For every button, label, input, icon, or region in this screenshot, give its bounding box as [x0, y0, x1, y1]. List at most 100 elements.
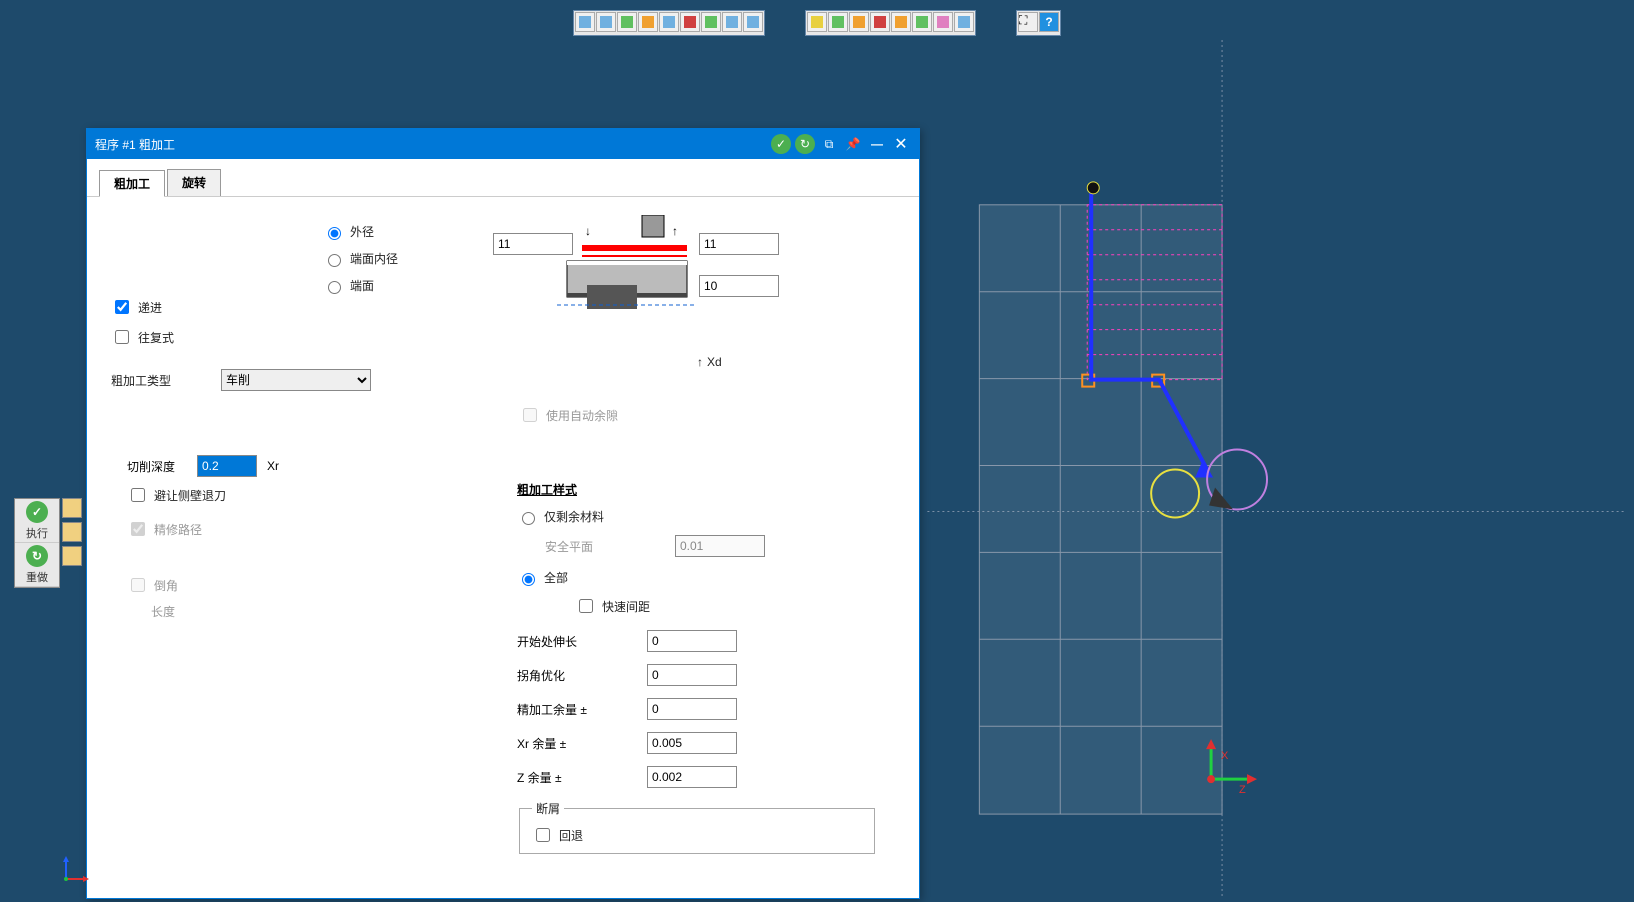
rough-type-select[interactable]: 车削 — [221, 369, 371, 391]
progressive-checkbox[interactable]: 递进 — [111, 297, 451, 317]
tab-roughing[interactable]: 粗加工 — [99, 170, 165, 197]
all-radio-label: 全部 — [544, 569, 568, 586]
tb-icon[interactable] — [617, 12, 637, 32]
tb-icon[interactable] — [870, 12, 890, 32]
xd-label: Xd — [697, 355, 722, 369]
corner-opt-label: 拐角优化 — [517, 667, 637, 684]
tb-icon[interactable] — [701, 12, 721, 32]
retract-input[interactable] — [536, 828, 550, 842]
roughing-dialog: 程序 #1 粗加工 ✓ ↻ ⧉ 📌 — ✕ 粗加工 旋转 递进 往复式 粗加工类… — [86, 128, 920, 899]
all-radio-input[interactable] — [522, 573, 535, 586]
tb-icon[interactable] — [596, 12, 616, 32]
all-radio[interactable]: 全部 — [517, 569, 877, 586]
tb-icon[interactable] — [722, 12, 742, 32]
xr-allow-label: Xr 余量 ± — [517, 735, 637, 752]
reciprocating-checkbox[interactable]: 往复式 — [111, 327, 451, 347]
remain-radio-input[interactable] — [522, 512, 535, 525]
expand-icon[interactable]: ⛶ — [1018, 12, 1038, 32]
tb-icon[interactable] — [954, 12, 974, 32]
side-toolbar: ✓ 执行 ↻ 重做 — [14, 498, 60, 588]
progressive-input[interactable] — [115, 300, 129, 314]
finish-path-checkbox: 精修路径 — [127, 519, 451, 539]
tb-icon[interactable] — [912, 12, 932, 32]
finish-path-label: 精修路径 — [154, 521, 202, 538]
dialog-titlebar[interactable]: 程序 #1 粗加工 ✓ ↻ ⧉ 📌 — ✕ — [87, 129, 919, 159]
face-inner-radio-input[interactable] — [328, 254, 341, 267]
chamfer-input — [131, 578, 145, 592]
safe-plane-input — [675, 535, 765, 557]
face-radio-input[interactable] — [328, 281, 341, 294]
length-label: 长度 — [151, 603, 451, 620]
tb-icon[interactable] — [828, 12, 848, 32]
redo-button[interactable]: ↻ 重做 — [15, 543, 59, 587]
corner-opt-input[interactable] — [647, 664, 737, 686]
mini-btn[interactable] — [62, 522, 82, 542]
toolbar-group-3: ⛶ ? — [1016, 10, 1061, 36]
cut-depth-input[interactable] — [197, 455, 257, 477]
run-label: 执行 — [15, 525, 59, 541]
tb-icon[interactable] — [680, 12, 700, 32]
accept-icon[interactable]: ✓ — [771, 134, 791, 154]
tb-icon[interactable] — [891, 12, 911, 32]
reload-icon[interactable]: ↻ — [795, 134, 815, 154]
avoid-wall-checkbox[interactable]: 避让侧壁退刀 — [127, 485, 451, 505]
reciprocating-input[interactable] — [115, 330, 129, 344]
minimize-icon[interactable]: — — [867, 134, 887, 154]
run-button[interactable]: ✓ 执行 — [15, 499, 59, 543]
svg-text:↑: ↑ — [672, 224, 678, 238]
tb-icon[interactable] — [638, 12, 658, 32]
dialog-title: 程序 #1 粗加工 — [95, 136, 767, 153]
start-ext-label: 开始处伸长 — [517, 633, 637, 650]
xr-allow-input[interactable] — [647, 732, 737, 754]
mini-btn[interactable] — [62, 546, 82, 566]
fast-gap-checkbox[interactable]: 快速间距 — [575, 596, 877, 616]
tb-icon[interactable] — [933, 12, 953, 32]
tb-icon[interactable] — [743, 12, 763, 32]
safe-plane-label: 安全平面 — [545, 538, 665, 555]
svg-text:Z: Z — [1239, 784, 1246, 796]
viewport-3d[interactable]: X Z — [920, 40, 1634, 899]
top-toolbar: ⛶ ? — [0, 10, 1634, 36]
close-icon[interactable]: ✕ — [891, 134, 911, 154]
pin-icon[interactable]: 📌 — [843, 134, 863, 154]
retract-checkbox[interactable]: 回退 — [532, 825, 862, 845]
mini-btn[interactable] — [62, 498, 82, 518]
tab-rotate[interactable]: 旋转 — [167, 169, 221, 196]
schematic-diagram: ↓ ↑ — [527, 215, 777, 325]
finish-allow-input[interactable] — [647, 698, 737, 720]
remain-radio[interactable]: 仅剩余材料 — [517, 508, 877, 525]
cut-depth-row: 切削深度 Xr — [127, 455, 451, 477]
start-ext-input[interactable] — [647, 630, 737, 652]
face-radio[interactable]: 端面 — [323, 277, 398, 294]
tb-icon[interactable] — [659, 12, 679, 32]
toolbar-group-2 — [805, 10, 976, 36]
auto-clearance-input — [523, 408, 537, 422]
tb-icon[interactable] — [575, 12, 595, 32]
fast-gap-input[interactable] — [579, 599, 593, 613]
check-icon: ✓ — [26, 501, 48, 523]
outer-radio-label: 外径 — [350, 223, 374, 240]
finish-path-input — [131, 522, 145, 536]
svg-text:↓: ↓ — [585, 224, 591, 238]
outer-radio[interactable]: 外径 — [323, 223, 398, 240]
avoid-wall-input[interactable] — [131, 488, 145, 502]
redo-label: 重做 — [15, 569, 59, 585]
rough-type-row: 粗加工类型 车削 — [111, 369, 451, 391]
tb-icon[interactable] — [807, 12, 827, 32]
cut-depth-label: 切削深度 — [127, 458, 197, 475]
svg-text:X: X — [1221, 750, 1229, 762]
outer-radio-input[interactable] — [328, 227, 341, 240]
help-icon[interactable]: ? — [1039, 12, 1059, 32]
rough-type-label: 粗加工类型 — [111, 372, 221, 389]
z-allow-input[interactable] — [647, 766, 737, 788]
copy-icon[interactable]: ⧉ — [819, 134, 839, 154]
face-inner-radio-label: 端面内径 — [350, 250, 398, 267]
face-inner-radio[interactable]: 端面内径 — [323, 250, 398, 267]
reciprocating-label: 往复式 — [138, 329, 174, 346]
retract-label: 回退 — [559, 827, 583, 844]
cut-depth-unit: Xr — [267, 459, 279, 473]
corner-axis-icon — [60, 855, 90, 885]
tb-icon[interactable] — [849, 12, 869, 32]
dialog-body: 递进 往复式 粗加工类型 车削 切削深度 Xr — [87, 197, 919, 898]
auto-clearance-label: 使用自动余隙 — [546, 407, 618, 424]
